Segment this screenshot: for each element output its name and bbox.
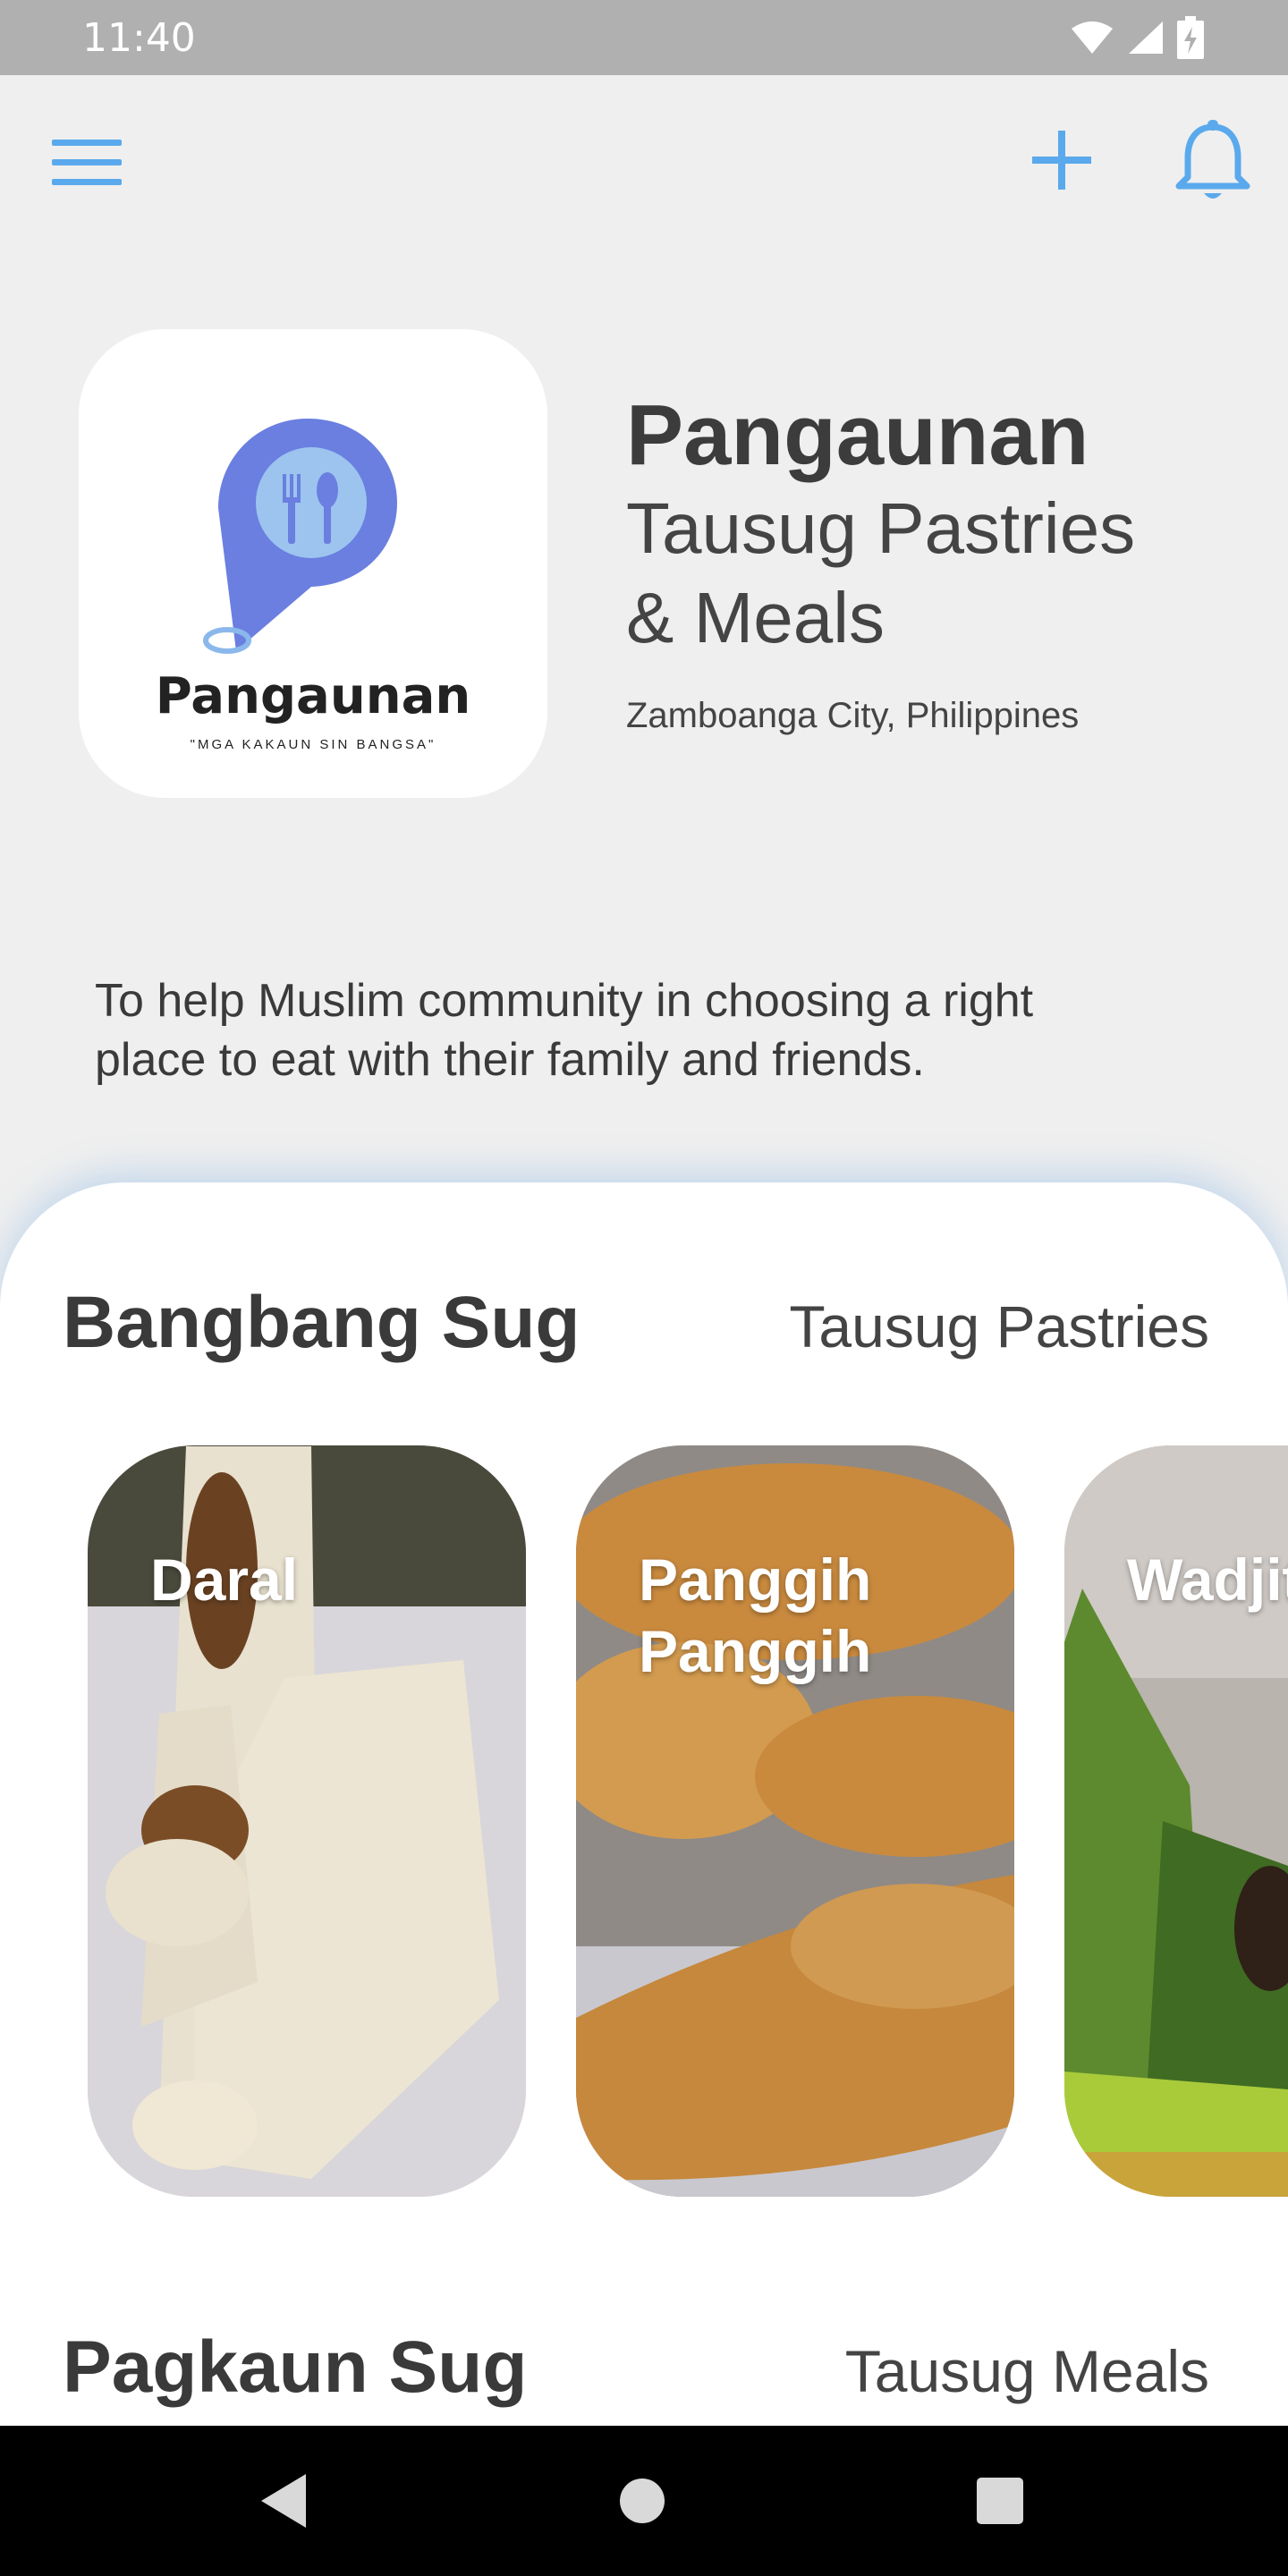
section-title: Pagkaun Sug	[63, 2326, 528, 2408]
back-icon[interactable]	[254, 2469, 318, 2533]
food-card-wadjit[interactable]: Wadjit	[1064, 1445, 1288, 2197]
logo-tagline: "MGA KAKAUN SIN BANGSA"	[190, 737, 436, 752]
food-card-label: Daral	[150, 1544, 298, 1615]
wifi-icon	[1072, 21, 1113, 54]
top-app-bar	[0, 75, 1288, 250]
food-card-daral[interactable]: Daral	[88, 1445, 526, 2197]
brand-location: Zamboanga City, Philippines	[626, 696, 1080, 735]
mission-line-1: To help Muslim community in choosing a r…	[95, 975, 1034, 1027]
status-icons	[1070, 16, 1204, 59]
system-navigation-bar	[0, 2426, 1288, 2576]
status-bar: 11:40	[0, 0, 1288, 75]
logo-wordmark: Pangaunan	[155, 667, 471, 725]
mission-line-2: place to eat with their family and frien…	[95, 1034, 925, 1086]
brand-subtitle-line2: & Meals	[626, 578, 885, 657]
home-icon[interactable]	[617, 2476, 667, 2526]
recents-icon[interactable]	[975, 2476, 1025, 2526]
status-time: 11:40	[82, 14, 196, 61]
food-card-label-line1: Wadjit	[1127, 1546, 1288, 1613]
plus-icon[interactable]	[1027, 125, 1097, 195]
food-card-label-line2: Panggih	[639, 1618, 872, 1684]
menu-icon[interactable]	[47, 131, 127, 195]
signal-icon	[1129, 21, 1163, 54]
brand-subtitle-line1: Tausug Pastries	[626, 488, 1136, 568]
section-subtitle: Tausug Pastries	[789, 1293, 1209, 1360]
section-header-pastries: Bangbang Sug Tausug Pastries	[63, 1281, 1209, 1365]
battery-charging-icon	[1177, 16, 1204, 59]
food-card-label-line1: Daral	[150, 1546, 299, 1613]
location-pin-icon	[203, 419, 397, 654]
profile-header: Pangaunan Tausug Pastries & Meals Zamboa…	[626, 386, 1252, 736]
section-header-meals: Pagkaun Sug Tausug Meals	[63, 2326, 1209, 2410]
food-card-label-line1: Panggih	[639, 1546, 872, 1613]
app-logo-card: Pangaunan "MGA KAKAUN SIN BANGSA"	[79, 329, 547, 798]
pastries-carousel[interactable]: Daral Panggih Panggih Wadjit	[0, 1445, 1288, 2197]
section-title: Bangbang Sug	[63, 1282, 580, 1363]
mission-statement: To help Muslim community in choosing a r…	[95, 971, 1222, 1089]
food-card-label: Wadjit	[1127, 1544, 1288, 1615]
brand-title: Pangaunan	[626, 387, 1089, 483]
section-subtitle: Tausug Meals	[844, 2338, 1209, 2404]
food-card-label: Panggih Panggih	[639, 1544, 871, 1687]
bell-icon[interactable]	[1172, 118, 1254, 204]
food-card-panggih-panggih[interactable]: Panggih Panggih	[576, 1445, 1014, 2197]
